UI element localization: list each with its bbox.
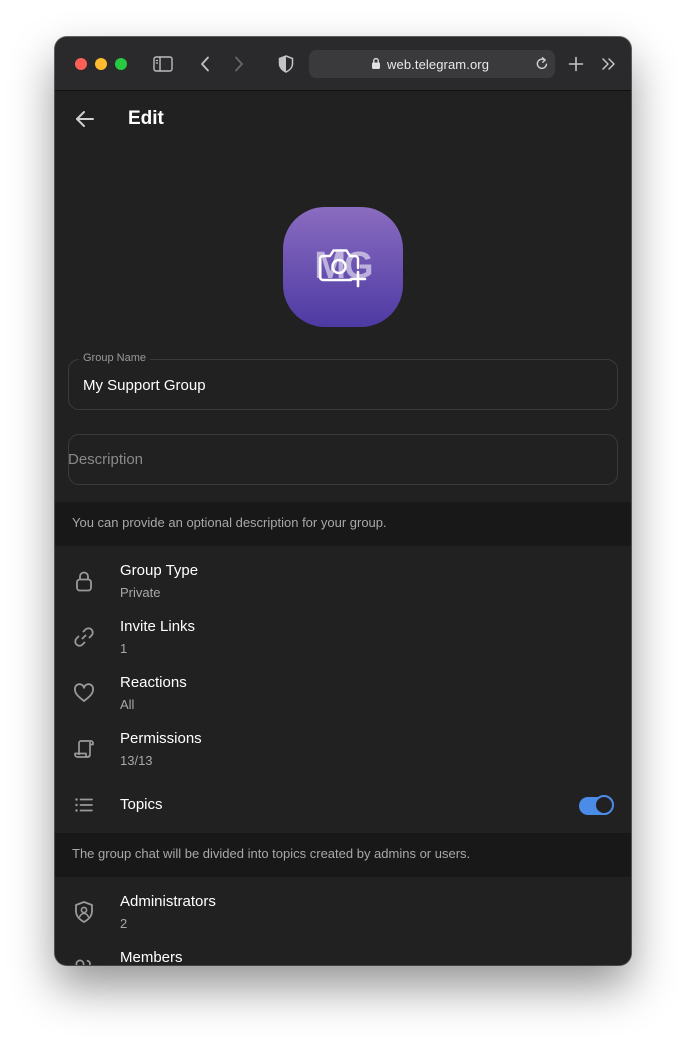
row-title: Reactions (120, 674, 187, 691)
group-avatar-upload[interactable]: MG (283, 207, 403, 327)
row-title: Members (120, 949, 183, 965)
settings-row-permissions[interactable]: Permissions 13/13 (55, 722, 631, 778)
minimize-window-button[interactable] (95, 58, 107, 70)
lock-icon (71, 568, 97, 594)
permissions-icon (71, 736, 97, 762)
shield-icon[interactable] (274, 52, 298, 76)
heart-icon (71, 680, 97, 706)
description-hint: You can provide an optional description … (55, 502, 631, 546)
row-title: Topics (120, 796, 163, 813)
lock-icon (371, 57, 381, 75)
back-arrow-icon[interactable] (71, 105, 99, 133)
admin-shield-icon (71, 899, 97, 925)
page-title: Edit (128, 108, 164, 129)
row-title: Group Type (120, 562, 199, 579)
close-window-button[interactable] (75, 58, 87, 70)
address-bar[interactable]: web.telegram.org (309, 50, 555, 78)
reload-icon[interactable] (535, 56, 549, 76)
sidebar-icon[interactable] (151, 52, 175, 76)
browser-toolbar: web.telegram.org (55, 37, 631, 91)
settings-row-members[interactable]: Members 2 (55, 941, 631, 965)
row-subtitle: 2 (120, 916, 128, 931)
description-input[interactable]: Description (68, 451, 143, 468)
camera-add-icon (318, 244, 368, 295)
toggle-knob (594, 795, 614, 815)
row-title: Permissions (120, 730, 202, 747)
url-text: web.telegram.org (387, 57, 490, 72)
row-subtitle: All (120, 697, 135, 712)
row-subtitle: 13/13 (120, 753, 153, 768)
settings-row-reactions[interactable]: Reactions All (55, 666, 631, 722)
members-icon (71, 955, 97, 965)
row-title: Administrators (120, 893, 216, 910)
group-name-field[interactable]: Group Name My Support Group (68, 352, 618, 410)
zoom-window-button[interactable] (115, 58, 127, 70)
edit-group-panel: Edit MG Group Name My Support Group Desc… (55, 91, 631, 965)
settings-row-group-type[interactable]: Group Type Private (55, 554, 631, 610)
panel-header: Edit (55, 91, 631, 147)
settings-row-invite-links[interactable]: Invite Links 1 (55, 610, 631, 666)
settings-row-topics[interactable]: Topics (55, 778, 631, 834)
description-field[interactable]: Description (68, 434, 618, 485)
topics-hint: The group chat will be divided into topi… (55, 833, 631, 877)
group-name-label: Group Name (79, 352, 150, 364)
back-icon[interactable] (193, 52, 217, 76)
link-icon (71, 624, 97, 650)
row-title: Invite Links (120, 618, 196, 635)
settings-row-administrators[interactable]: Administrators 2 (55, 885, 631, 941)
row-subtitle: 1 (120, 641, 128, 656)
list-icon (71, 792, 97, 818)
browser-window: web.telegram.org Edit MG Group Name My S… (55, 37, 631, 965)
new-tab-icon[interactable] (564, 52, 588, 76)
topics-toggle[interactable] (579, 795, 614, 815)
forward-icon[interactable] (227, 52, 251, 76)
group-name-input[interactable]: My Support Group (83, 377, 206, 394)
row-subtitle: Private (120, 585, 161, 600)
more-icon[interactable] (597, 52, 621, 76)
